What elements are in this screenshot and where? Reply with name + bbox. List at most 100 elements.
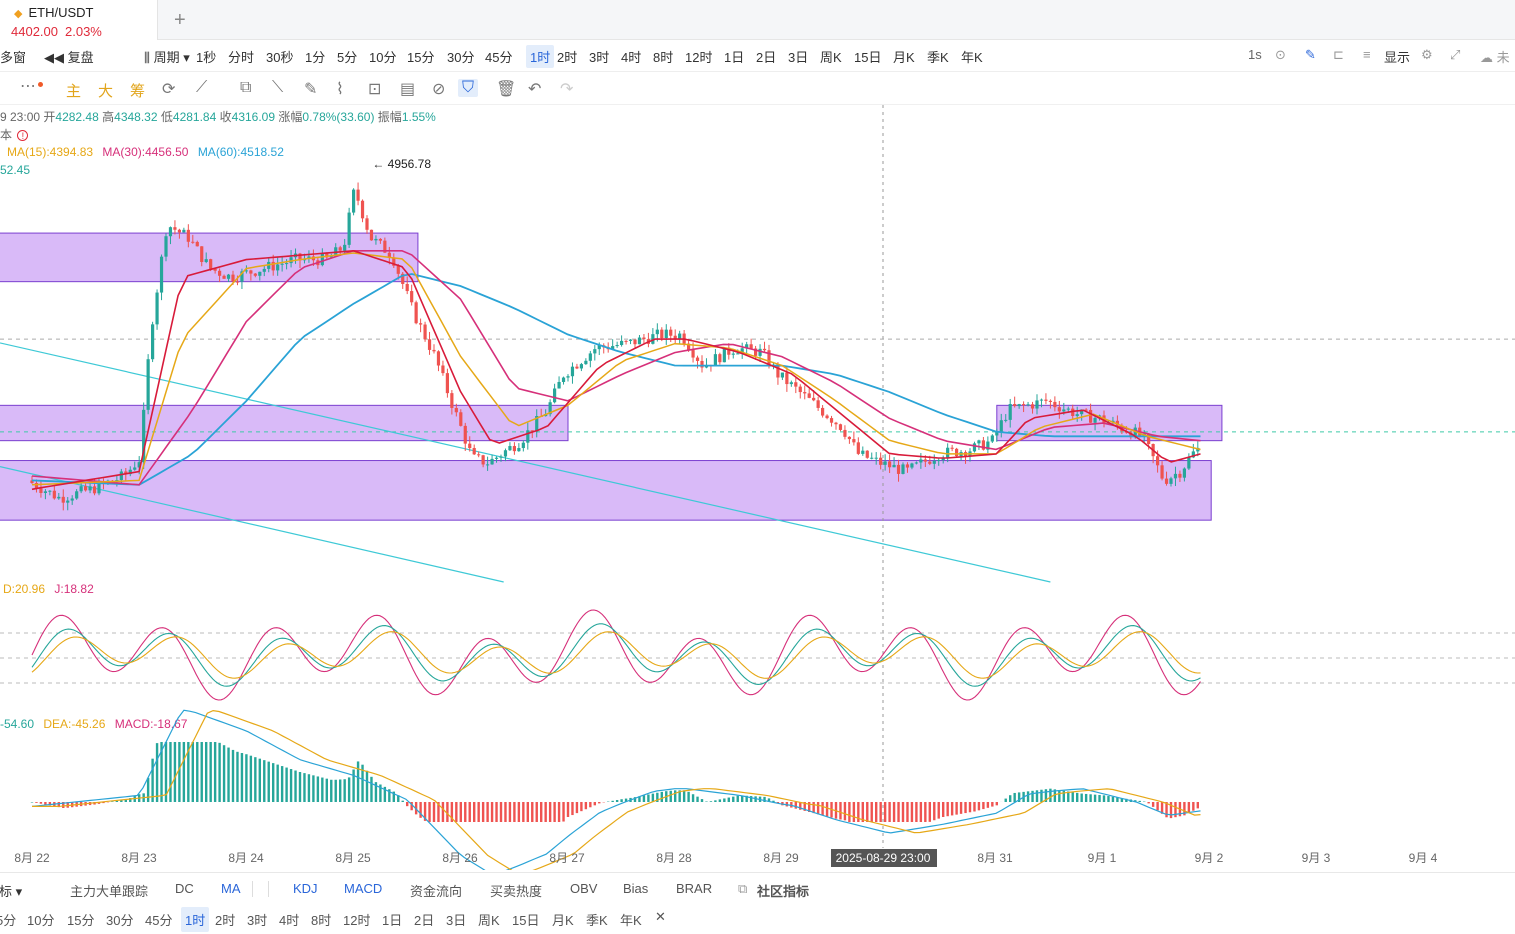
macd-bar bbox=[901, 802, 905, 822]
candle-body bbox=[892, 464, 896, 468]
bottom-interval-10[interactable]: 12时 bbox=[343, 910, 370, 929]
bottom-interval-15[interactable]: 15日 bbox=[512, 910, 539, 929]
candle-body bbox=[566, 376, 570, 378]
bottom-interval-9[interactable]: 8时 bbox=[311, 910, 331, 929]
candle-body bbox=[338, 247, 342, 251]
macd-bar bbox=[236, 751, 239, 802]
candle-body bbox=[508, 446, 512, 451]
macd-bar bbox=[169, 742, 172, 802]
indicator-tab-7[interactable]: OBV bbox=[570, 881, 597, 896]
macd-bar bbox=[924, 802, 927, 822]
macd-bar bbox=[674, 790, 677, 802]
candle-body bbox=[874, 457, 878, 459]
macd-bar bbox=[964, 802, 967, 814]
close-icon[interactable]: ✕ bbox=[655, 909, 666, 925]
indicator-tab-8[interactable]: Bias bbox=[623, 881, 648, 896]
ma-short-line bbox=[31, 249, 1201, 491]
macd-bar bbox=[1009, 795, 1012, 802]
candle-body bbox=[365, 218, 369, 230]
indicator-tab-0[interactable]: 主力大单跟踪 bbox=[70, 881, 148, 900]
macd-bar bbox=[495, 802, 498, 822]
candle-body bbox=[901, 464, 905, 474]
candle-body bbox=[829, 418, 834, 423]
candle-body bbox=[66, 500, 70, 503]
bottom-interval-7[interactable]: 3时 bbox=[247, 910, 267, 929]
candle-body bbox=[195, 241, 199, 247]
macd-bar bbox=[897, 802, 900, 822]
indicator-tab-1[interactable]: DC bbox=[175, 881, 194, 896]
bottom-interval-13[interactable]: 3日 bbox=[446, 910, 466, 929]
bottom-interval-2[interactable]: 15分 bbox=[67, 910, 94, 929]
x-tick-label: 8月 24 bbox=[228, 851, 264, 865]
bottom-interval-3[interactable]: 30分 bbox=[106, 910, 133, 929]
macd-bar bbox=[950, 802, 954, 816]
candle-body bbox=[785, 372, 789, 385]
candle-body bbox=[39, 488, 43, 493]
bottom-interval-0[interactable]: 5分 bbox=[0, 910, 16, 929]
bottom-interval-18[interactable]: 年K bbox=[620, 910, 642, 929]
candle-body bbox=[620, 340, 624, 346]
candle-body bbox=[950, 447, 954, 449]
candle-body bbox=[512, 446, 516, 452]
macd-bar bbox=[1156, 802, 1159, 811]
candle-body bbox=[816, 400, 820, 408]
x-tick-label: 8月 26 bbox=[442, 851, 478, 865]
bottom-interval-14[interactable]: 周K bbox=[478, 910, 500, 929]
kdj-d-line bbox=[31, 631, 1201, 679]
macd-bar bbox=[39, 802, 43, 804]
bottom-interval-6[interactable]: 2时 bbox=[215, 910, 235, 929]
indicator-tab-4[interactable]: MACD bbox=[344, 881, 382, 896]
macd-bar bbox=[182, 742, 186, 802]
bottom-interval-1[interactable]: 10分 bbox=[27, 910, 54, 929]
bottom-interval-17[interactable]: 季K bbox=[586, 910, 608, 929]
bottom-interval-5[interactable]: 1时 bbox=[181, 907, 210, 932]
indicator-tab-2[interactable]: MA bbox=[221, 881, 241, 896]
bottom-interval-4[interactable]: 45分 bbox=[145, 910, 172, 929]
candle-body bbox=[79, 486, 83, 492]
candle-body bbox=[517, 448, 521, 452]
candle-body bbox=[204, 259, 208, 262]
candle-body bbox=[222, 275, 226, 279]
zone-box bbox=[0, 460, 1212, 521]
macd-bar bbox=[540, 802, 543, 822]
indicator-tab-9[interactable]: BRAR bbox=[676, 881, 712, 896]
candle-body bbox=[262, 268, 266, 272]
bottom-interval-16[interactable]: 月K bbox=[552, 910, 574, 929]
candle-body bbox=[320, 253, 324, 266]
macd-bar bbox=[718, 799, 722, 802]
indicator-tab-6[interactable]: 买卖热度 bbox=[490, 881, 542, 900]
bottom-interval-8[interactable]: 4时 bbox=[279, 910, 299, 929]
bottom-interval-11[interactable]: 1日 bbox=[382, 910, 402, 929]
macd-bar bbox=[723, 798, 726, 802]
macd-bar bbox=[209, 742, 212, 802]
x-tick-label: 8月 28 bbox=[656, 851, 692, 865]
macd-bar bbox=[1196, 802, 1199, 809]
indicator-tab-3[interactable]: KDJ bbox=[293, 881, 318, 896]
candle-body bbox=[1066, 408, 1070, 410]
indicator-tab-5[interactable]: 资金流向 bbox=[410, 881, 462, 900]
macd-bar bbox=[196, 742, 199, 802]
macd-bar bbox=[1026, 791, 1030, 802]
candle-body bbox=[919, 459, 923, 463]
macd-bar bbox=[370, 776, 373, 802]
candle-body bbox=[1030, 404, 1035, 409]
ma15-line bbox=[31, 252, 1201, 486]
candle-body bbox=[481, 455, 485, 465]
indicator-dropdown[interactable]: 指标 ▾ bbox=[0, 881, 22, 900]
macd-bar bbox=[200, 742, 203, 802]
price-chart[interactable]: ← 4956.78 8月 22 8月 23 8月 24 8月 25 8月 26 8月 27 8… bbox=[0, 0, 1515, 870]
macd-bar bbox=[691, 794, 695, 802]
macd-bar bbox=[473, 802, 476, 822]
candle-body bbox=[888, 461, 892, 468]
candle-body bbox=[235, 281, 240, 283]
candle-body bbox=[780, 372, 784, 378]
indicator-tab-10[interactable]: 社区指标 bbox=[757, 881, 809, 900]
bottom-interval-12[interactable]: 2日 bbox=[414, 910, 434, 929]
macd-bar bbox=[178, 742, 181, 802]
candle-body bbox=[258, 271, 262, 276]
candle-body bbox=[588, 353, 592, 361]
macd-bar bbox=[173, 742, 177, 802]
macd-bar bbox=[589, 802, 592, 808]
macd-bar bbox=[875, 802, 878, 822]
candle-body bbox=[427, 339, 432, 350]
